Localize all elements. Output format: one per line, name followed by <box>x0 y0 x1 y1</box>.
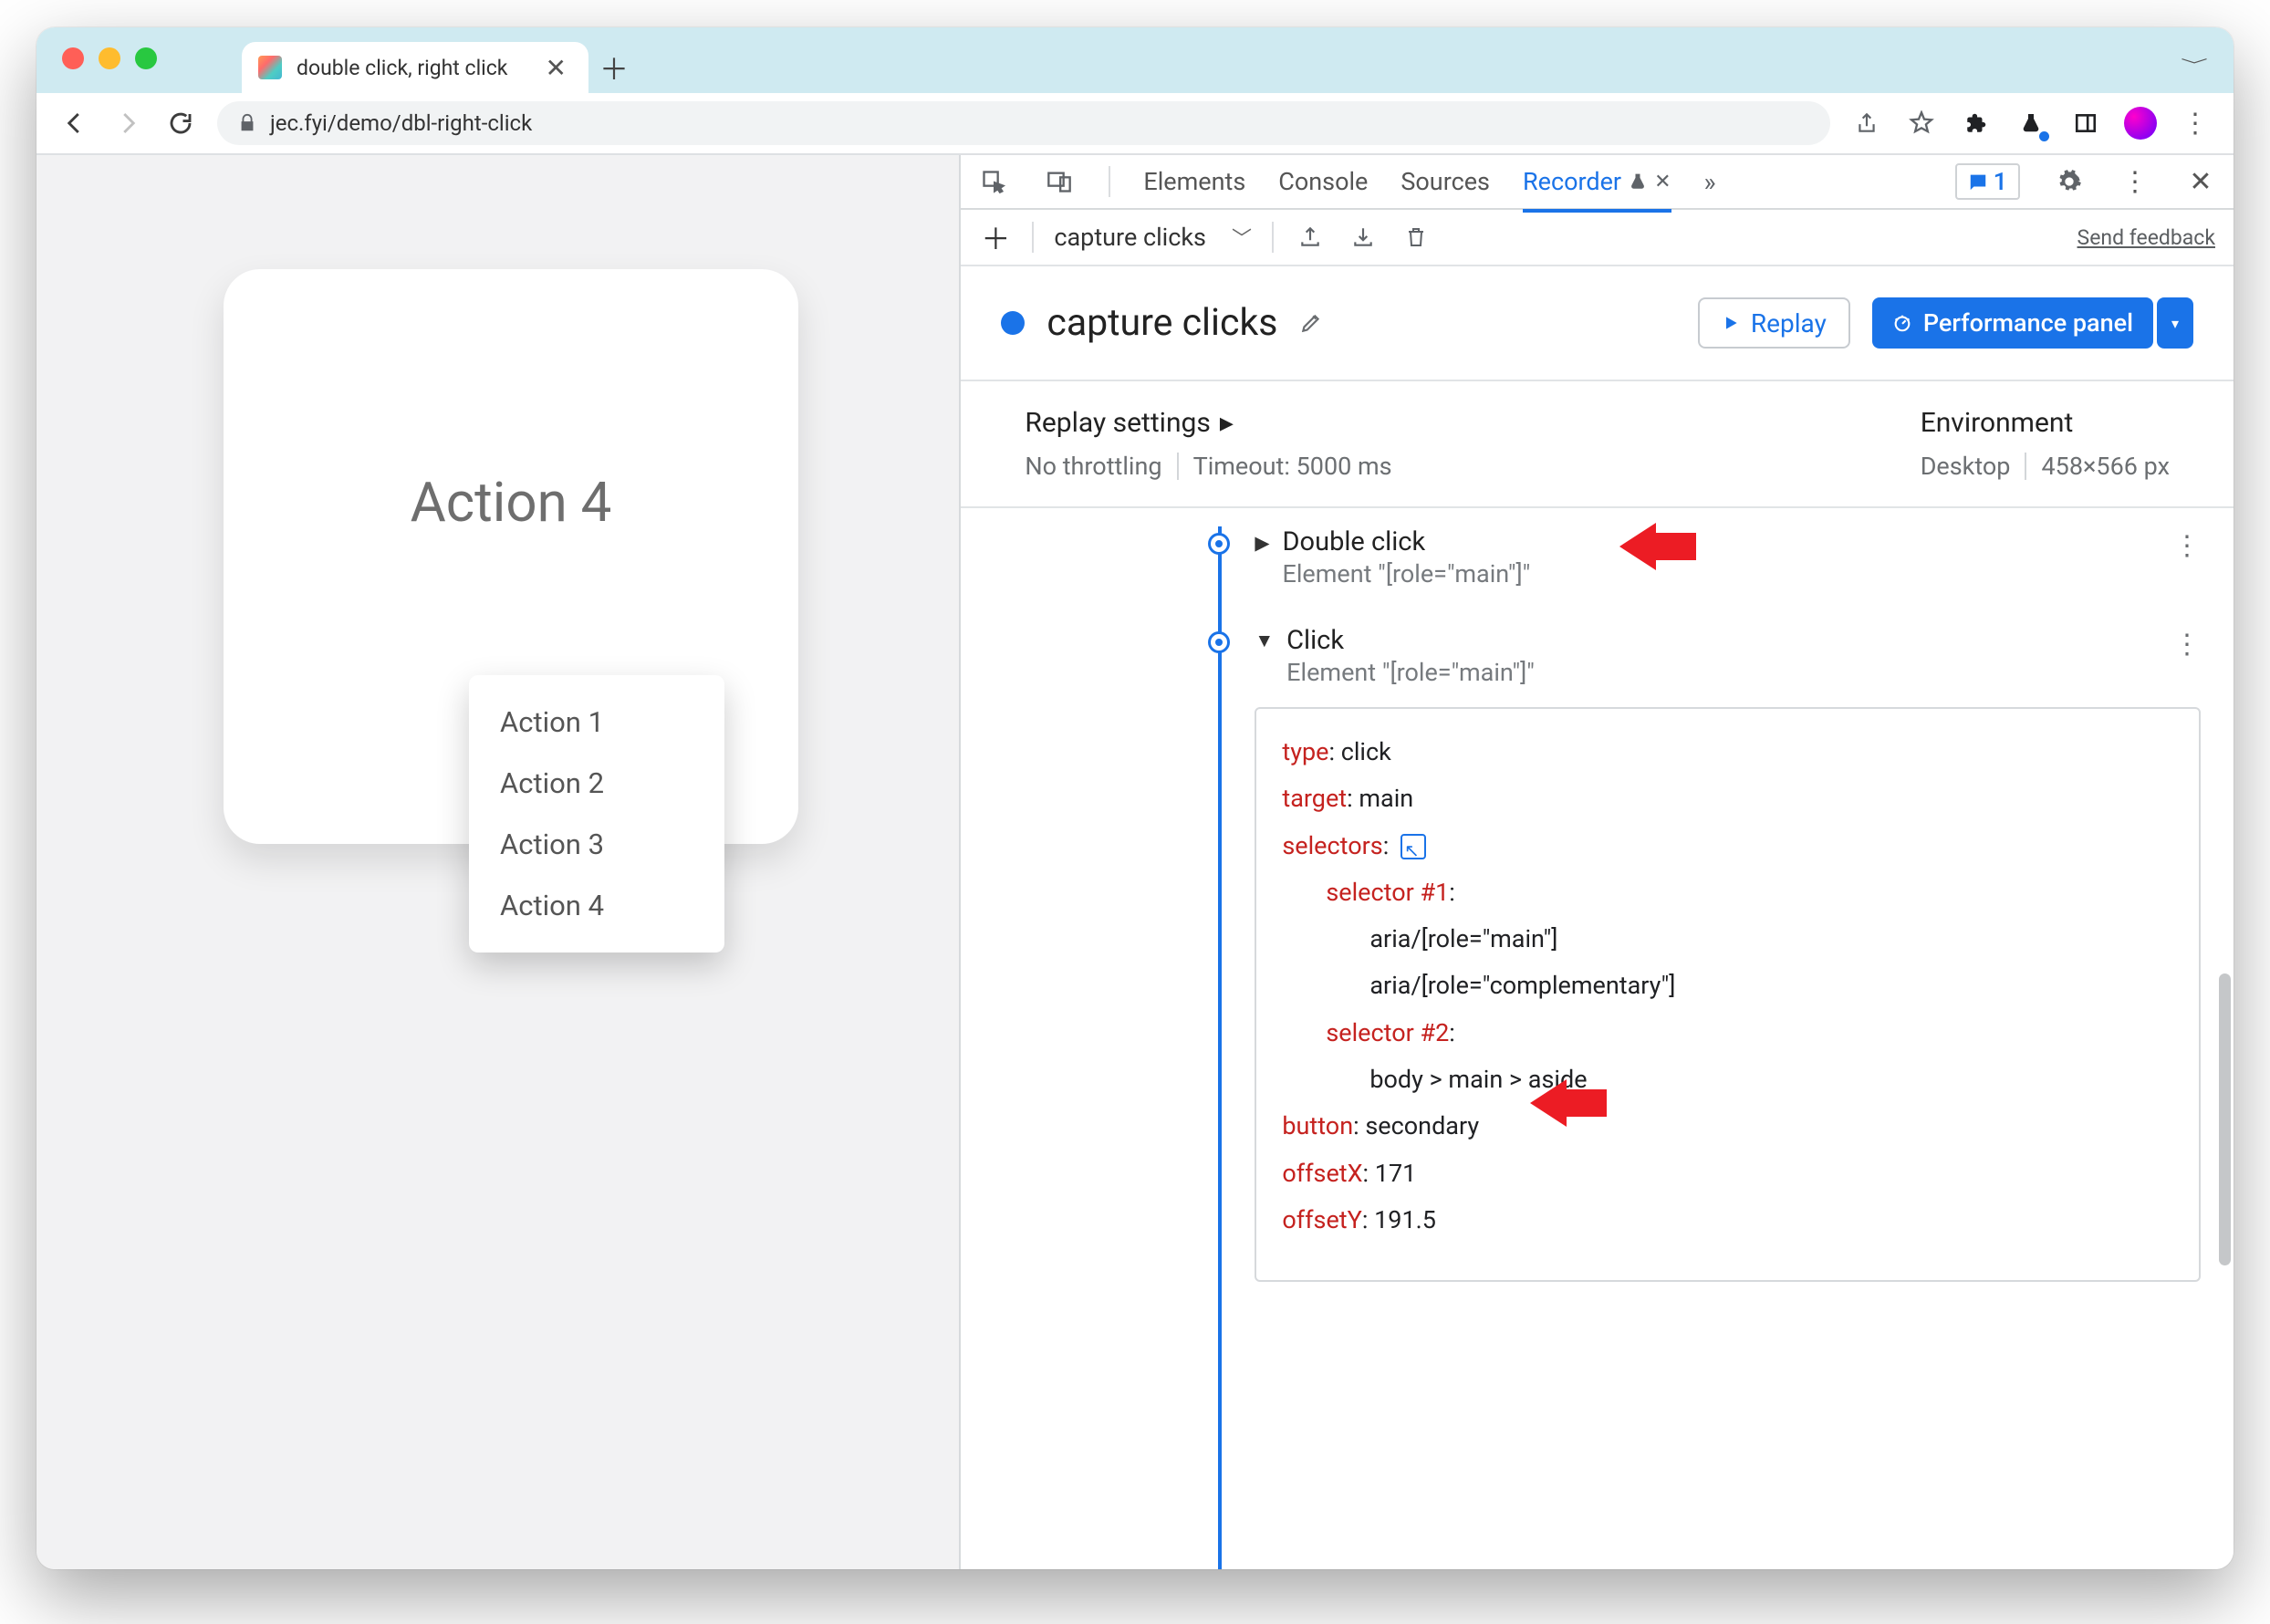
step-detail-box: type: click target: main selectors: sele… <box>1255 707 2201 1282</box>
step-subtitle: Element "[role="main"]" <box>1286 658 1535 687</box>
device-toggle-icon[interactable] <box>1043 165 1076 198</box>
replay-button[interactable]: Replay <box>1698 297 1850 349</box>
issues-button[interactable]: 1 <box>1955 163 2020 200</box>
delete-icon[interactable] <box>1400 221 1432 254</box>
close-tab-icon[interactable]: ✕ <box>1654 171 1671 193</box>
edit-title-icon[interactable] <box>1299 311 1323 335</box>
recording-select[interactable]: capture clicks <box>1054 223 1206 252</box>
browser-toolbar: jec.fyi/demo/dbl-right-click ⋮ <box>36 93 2234 155</box>
flask-ext-icon[interactable] <box>2015 107 2047 140</box>
chevron-down-icon[interactable]: ﹀ <box>1232 223 1252 252</box>
replay-settings-toggle[interactable]: Replay settings ▸ <box>1025 407 1391 439</box>
url-text: jec.fyi/demo/dbl-right-click <box>270 110 532 136</box>
context-menu-item[interactable]: Action 2 <box>469 753 724 814</box>
recording-title: capture clicks <box>1046 301 1277 345</box>
devtools-settings-icon[interactable] <box>2053 165 2086 198</box>
browser-menu-icon[interactable]: ⋮ <box>2179 107 2212 140</box>
flask-icon <box>1629 172 1647 192</box>
window-titlebar: double click, right click ✕ ＋ ﹀ <box>36 27 2234 93</box>
env-size: 458×566 px <box>2041 452 2170 481</box>
recorder-settings-row: Replay settings ▸ No throttling Timeout:… <box>961 381 2234 508</box>
extensions-icon[interactable] <box>1960 107 1993 140</box>
devtools-menu-icon[interactable]: ⋮ <box>2119 165 2151 198</box>
devtools-tabstrip: Elements Console Sources Recorder ✕ » 1 <box>961 155 2234 210</box>
step-item[interactable]: ▼ Click Element "[role="main"]" ⋮ type: … <box>1255 625 2210 1282</box>
step-dot-icon <box>1211 536 1227 552</box>
devtools-close-icon[interactable]: ✕ <box>2184 165 2217 198</box>
recorder-steps: ▶ Double click Element "[role="main"]" ⋮ <box>961 508 2234 1569</box>
timeout-value: Timeout: 5000 ms <box>1193 452 1392 481</box>
tabs-overflow-icon[interactable]: ﹀ <box>2181 54 2208 74</box>
step-title: Double click <box>1283 526 1531 557</box>
maximize-window-icon[interactable] <box>135 47 157 69</box>
bookmark-icon[interactable] <box>1905 107 1938 140</box>
profile-avatar[interactable] <box>2124 107 2157 140</box>
environment-label: Environment <box>1921 407 2170 439</box>
context-menu: Action 1 Action 2 Action 3 Action 4 <box>469 675 724 953</box>
new-tab-button[interactable]: ＋ <box>588 42 640 93</box>
tab-close-icon[interactable]: ✕ <box>546 53 567 83</box>
tab-title: double click, right click <box>297 56 507 80</box>
demo-card-title: Action 4 <box>411 470 612 535</box>
export-icon[interactable] <box>1294 221 1327 254</box>
devtools-tab-elements[interactable]: Elements <box>1143 167 1245 196</box>
throttling-value: No throttling <box>1025 452 1161 481</box>
timeline-line <box>1218 526 1222 1569</box>
address-bar[interactable]: jec.fyi/demo/dbl-right-click <box>217 101 1830 145</box>
import-icon[interactable] <box>1347 221 1380 254</box>
more-tabs-icon[interactable]: » <box>1704 167 1716 197</box>
annotation-arrow-icon <box>1530 1079 1607 1127</box>
devtools-panel: Elements Console Sources Recorder ✕ » 1 <box>959 155 2234 1569</box>
panel-icon[interactable] <box>2069 107 2102 140</box>
context-menu-item[interactable]: Action 1 <box>469 692 724 753</box>
scrollbar-thumb[interactable] <box>2219 973 2231 1265</box>
performance-dropdown-button[interactable]: ▾ <box>2157 297 2193 349</box>
expand-caret-icon[interactable]: ▶ <box>1255 532 1269 555</box>
expand-caret-icon[interactable]: ▼ <box>1255 630 1274 652</box>
devtools-tab-sources[interactable]: Sources <box>1401 167 1490 196</box>
step-menu-icon[interactable]: ⋮ <box>2173 629 2201 661</box>
lock-icon[interactable] <box>237 113 257 133</box>
send-feedback-link[interactable]: Send feedback <box>2077 225 2215 250</box>
new-recording-button[interactable]: ＋ <box>979 221 1012 254</box>
devtools-tab-recorder[interactable]: Recorder ✕ <box>1523 167 1671 213</box>
recorder-header: capture clicks Replay Performance panel … <box>961 266 2234 381</box>
annotation-arrow-icon <box>1619 523 1696 570</box>
recorder-toolbar: ＋ capture clicks ﹀ Send feedback <box>961 210 2234 266</box>
devtools-tab-console[interactable]: Console <box>1278 167 1368 196</box>
recording-indicator-icon <box>1001 311 1025 335</box>
traffic-lights <box>62 47 157 69</box>
context-menu-item[interactable]: Action 3 <box>469 814 724 875</box>
tab-favicon-icon <box>258 56 282 79</box>
caret-right-icon: ▸ <box>1220 407 1234 439</box>
reload-button[interactable] <box>164 107 197 140</box>
context-menu-item[interactable]: Action 4 <box>469 875 724 936</box>
browser-tab[interactable]: double click, right click ✕ <box>242 42 588 93</box>
page-viewport[interactable]: Action 4 Action 1 Action 2 Action 3 Acti… <box>36 155 959 1569</box>
step-menu-icon[interactable]: ⋮ <box>2173 530 2201 562</box>
inspect-icon[interactable] <box>977 165 1010 198</box>
step-subtitle: Element "[role="main"]" <box>1283 559 1531 588</box>
back-button[interactable] <box>58 107 91 140</box>
close-window-icon[interactable] <box>62 47 84 69</box>
minimize-window-icon[interactable] <box>99 47 120 69</box>
performance-panel-button[interactable]: Performance panel <box>1872 297 2153 349</box>
share-icon[interactable] <box>1850 107 1883 140</box>
step-dot-icon <box>1211 634 1227 651</box>
step-title: Click <box>1286 625 1535 656</box>
step-item[interactable]: ▶ Double click Element "[role="main"]" ⋮ <box>1255 526 2210 588</box>
forward-button[interactable] <box>111 107 144 140</box>
env-device: Desktop <box>1921 452 2011 481</box>
select-element-icon[interactable] <box>1401 834 1426 859</box>
